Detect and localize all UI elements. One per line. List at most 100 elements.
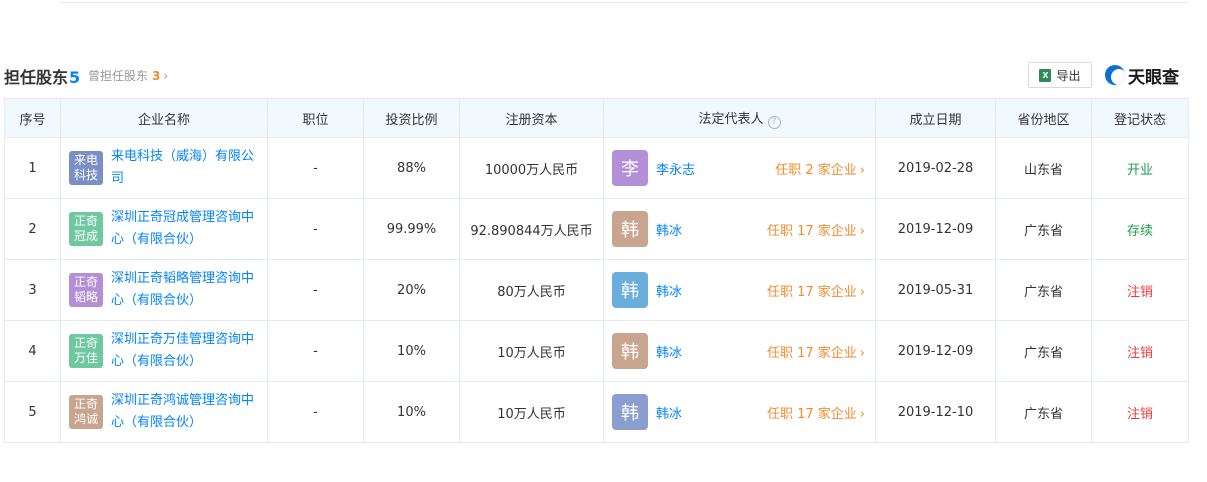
status-badge: 开业: [1126, 162, 1153, 178]
position-cell: -: [267, 259, 364, 321]
province-cell: 广东省: [995, 198, 1092, 260]
company-logo-badge[interactable]: 正奇 韬略: [69, 273, 103, 307]
legal-rep-jobs-link[interactable]: 任职 17 家企业 ›: [767, 403, 865, 422]
table-row: 1 来电 科技 来电科技（威海）有限公司 -88% 10000万人民币李李永志 任职 2 家…: [4, 137, 1189, 199]
status-cell: 注销: [1091, 381, 1189, 443]
header-province: 省份地区: [995, 98, 1092, 138]
company-cell: 正奇 冠成 深圳正奇冠成管理咨询中心（有限合伙）: [60, 198, 268, 260]
section-count: 5: [69, 68, 81, 87]
header-index: 序号: [4, 98, 61, 138]
chevron-right-icon: ›: [859, 223, 865, 239]
position-cell: -: [267, 320, 364, 382]
company-cell: 来电 科技 来电科技（威海）有限公司: [60, 137, 268, 199]
company-logo-badge[interactable]: 来电 科技: [69, 151, 103, 185]
status-badge: 注销: [1126, 406, 1153, 422]
company-logo-badge[interactable]: 正奇 万佳: [69, 334, 103, 368]
help-icon[interactable]: ?: [767, 115, 781, 129]
legal-rep-jobs-text: 任职 17 家企业: [766, 345, 857, 361]
former-shareholder-link[interactable]: 曾担任股东 3 ›: [88, 67, 168, 84]
legal-rep-name-link[interactable]: 韩冰: [656, 281, 682, 300]
company-logo-badge[interactable]: 正奇 鸿诚: [69, 395, 103, 429]
province-cell: 广东省: [995, 259, 1092, 321]
legal-rep-jobs-text: 任职 17 家企业: [766, 406, 857, 422]
legal-rep-jobs-link[interactable]: 任职 2 家企业 ›: [775, 159, 865, 178]
former-shareholder-label: 曾担任股东: [88, 69, 149, 83]
position-cell: -: [267, 381, 364, 443]
avatar[interactable]: 韩: [612, 211, 648, 247]
row-index: 2: [4, 198, 61, 260]
header-position: 职位: [267, 98, 364, 138]
company-logo-badge[interactable]: 正奇 冠成: [69, 212, 103, 246]
section-title: 担任股东5: [4, 64, 80, 88]
ratio-cell: 99.99%: [363, 198, 460, 260]
status-cell: 注销: [1091, 320, 1189, 382]
capital-cell: 80万人民币: [459, 259, 604, 321]
header-date: 成立日期: [875, 98, 996, 138]
status-badge: 注销: [1126, 345, 1153, 361]
province-cell: 广东省: [995, 320, 1092, 382]
table-row: 2 正奇 冠成 深圳正奇冠成管理咨询中心（有限合伙） -99.99% 92.890844万…: [4, 198, 1189, 260]
header-company: 企业名称: [60, 98, 268, 138]
chevron-right-icon: ›: [859, 284, 865, 300]
section-title-text: 担任股东: [4, 68, 69, 87]
status-cell: 注销: [1091, 259, 1189, 321]
section-header: 担任股东5 曾担任股东 3 › X 导出 天眼查: [4, 62, 1188, 90]
chevron-right-icon: ›: [859, 406, 865, 422]
former-shareholder-count: 3: [152, 69, 161, 83]
export-button[interactable]: X 导出: [1028, 62, 1092, 88]
date-cell: 2019-12-09: [875, 320, 996, 382]
company-name-link[interactable]: 深圳正奇万佳管理咨询中心（有限合伙）: [111, 329, 261, 373]
legal-rep-cell: 韩韩冰 任职 17 家企业 ›: [603, 320, 876, 382]
brand-name: 天眼查: [1128, 67, 1179, 88]
date-cell: 2019-02-28: [875, 137, 996, 199]
avatar[interactable]: 韩: [612, 394, 648, 430]
chevron-right-icon: ›: [859, 345, 865, 361]
header-legal-rep-label: 法定代表人: [698, 111, 764, 127]
legal-rep-cell: 韩韩冰 任职 17 家企业 ›: [603, 259, 876, 321]
legal-rep-jobs-link[interactable]: 任职 17 家企业 ›: [767, 220, 865, 239]
status-badge: 注销: [1126, 284, 1153, 300]
ratio-cell: 10%: [363, 320, 460, 382]
legal-rep-jobs-text: 任职 17 家企业: [766, 284, 857, 300]
ratio-cell: 20%: [363, 259, 460, 321]
company-cell: 正奇 鸿诚 深圳正奇鸿诚管理咨询中心（有限合伙）: [60, 381, 268, 443]
avatar[interactable]: 韩: [612, 333, 648, 369]
legal-rep-cell: 韩韩冰 任职 17 家企业 ›: [603, 198, 876, 260]
chevron-right-icon: ›: [859, 162, 865, 178]
province-cell: 山东省: [995, 137, 1092, 199]
legal-rep-name-link[interactable]: 李永志: [656, 159, 695, 178]
header-ratio: 投资比例: [363, 98, 460, 138]
capital-cell: 10万人民币: [459, 381, 604, 443]
legal-rep-name-link[interactable]: 韩冰: [656, 403, 682, 422]
company-name-link[interactable]: 深圳正奇鸿诚管理咨询中心（有限合伙）: [111, 390, 261, 434]
row-index: 3: [4, 259, 61, 321]
date-cell: 2019-12-10: [875, 381, 996, 443]
legal-rep-name-link[interactable]: 韩冰: [656, 342, 682, 361]
legal-rep-cell: 李李永志 任职 2 家企业 ›: [603, 137, 876, 199]
brand-logo: 天眼查: [1105, 62, 1179, 88]
ratio-cell: 10%: [363, 381, 460, 443]
capital-cell: 92.890844万人民币: [459, 198, 604, 260]
legal-rep-jobs-link[interactable]: 任职 17 家企业 ›: [767, 342, 865, 361]
table-header-row: 序号 企业名称 职位 投资比例 注册资本 法定代表人? 成立日期 省份地区 登记…: [4, 98, 1189, 138]
brand-mark-icon: [1105, 65, 1125, 85]
table-row: 5 正奇 鸿诚 深圳正奇鸿诚管理咨询中心（有限合伙） -10% 10万人民币韩韩冰 任职 1…: [4, 381, 1189, 443]
row-index: 5: [4, 381, 61, 443]
company-name-link[interactable]: 深圳正奇冠成管理咨询中心（有限合伙）: [111, 207, 261, 251]
legal-rep-jobs-link[interactable]: 任职 17 家企业 ›: [767, 281, 865, 300]
province-cell: 广东省: [995, 381, 1092, 443]
company-cell: 正奇 万佳 深圳正奇万佳管理咨询中心（有限合伙）: [60, 320, 268, 382]
avatar[interactable]: 韩: [612, 272, 648, 308]
avatar[interactable]: 李: [612, 150, 648, 186]
excel-icon: X: [1039, 68, 1052, 82]
ratio-cell: 88%: [363, 137, 460, 199]
status-cell: 存续: [1091, 198, 1189, 260]
chevron-right-icon: ›: [163, 69, 169, 83]
capital-cell: 10万人民币: [459, 320, 604, 382]
position-cell: -: [267, 198, 364, 260]
company-name-link[interactable]: 深圳正奇韬略管理咨询中心（有限合伙）: [111, 268, 261, 312]
company-name-link[interactable]: 来电科技（威海）有限公司: [111, 146, 261, 190]
capital-cell: 10000万人民币: [459, 137, 604, 199]
table-row: 4 正奇 万佳 深圳正奇万佳管理咨询中心（有限合伙） -10% 10万人民币韩韩冰 任职 1…: [4, 320, 1189, 382]
legal-rep-name-link[interactable]: 韩冰: [656, 220, 682, 239]
